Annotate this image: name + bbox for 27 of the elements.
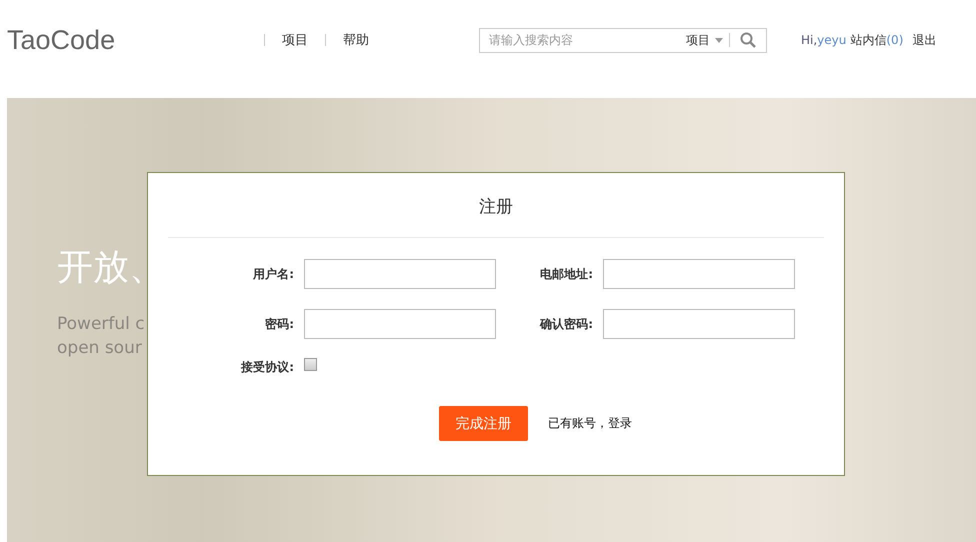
input-field[interactable] bbox=[304, 309, 496, 339]
nav-link[interactable]: 项目 bbox=[282, 31, 308, 49]
input-field[interactable] bbox=[603, 259, 795, 289]
input-field[interactable] bbox=[304, 259, 496, 289]
username-link[interactable]: yeyu bbox=[817, 33, 846, 47]
hero-subtitle: open sour bbox=[57, 337, 142, 360]
dialog-title: 注册 bbox=[478, 196, 514, 219]
caret-icon bbox=[715, 38, 723, 42]
field-label: 确认密码: bbox=[538, 316, 593, 332]
field-label: 电邮地址: bbox=[539, 266, 593, 282]
nav-link[interactable]: 帮助 bbox=[343, 31, 369, 49]
input-field[interactable] bbox=[603, 309, 795, 339]
agreement-checkbox[interactable] bbox=[304, 358, 317, 371]
logo[interactable]: TaoCode bbox=[7, 24, 127, 56]
search-field[interactable]: 请输入搜索内容 项目 bbox=[479, 28, 767, 52]
field-label: 接受协议: bbox=[240, 359, 294, 376]
message-count: (0) bbox=[886, 33, 904, 47]
field-label: 密码: bbox=[264, 316, 294, 332]
hero-subtitle: Powerful c bbox=[57, 313, 145, 336]
hero-title: 开放、 bbox=[57, 246, 165, 290]
greeting: Hi, bbox=[801, 33, 818, 47]
login-link[interactable]: 已有账号，登录 bbox=[548, 415, 632, 432]
search-icon[interactable] bbox=[740, 32, 756, 48]
messages-link[interactable]: 站内信 bbox=[850, 32, 886, 48]
field-label: 用户名: bbox=[252, 266, 294, 282]
logout-link[interactable]: 退出 bbox=[912, 32, 936, 48]
scope-dropdown[interactable]: 项目 bbox=[680, 32, 729, 48]
